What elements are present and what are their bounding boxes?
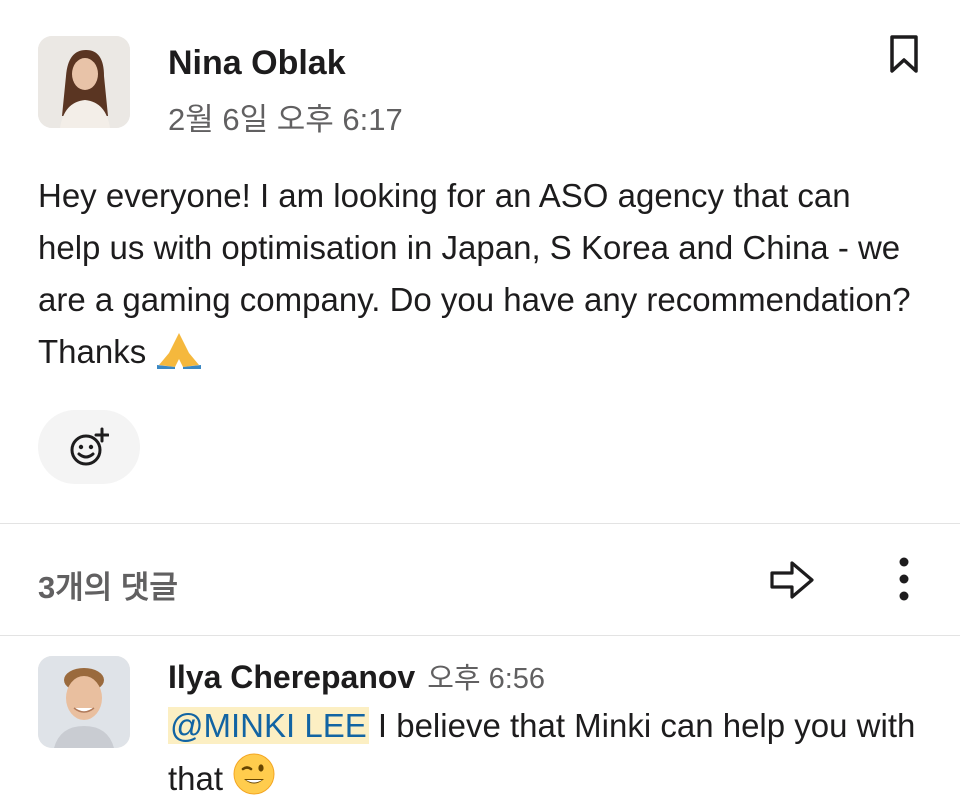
post-timestamp[interactable]: 2월 6일 오후 6:17 [168,94,403,139]
share-arrow-icon [770,561,814,599]
add-reaction-icon [70,427,109,466]
reply-timestamp[interactable]: 오후 6:56 [427,663,545,695]
thread-divider [0,635,960,636]
reply-header: Ilya Cherepanov 오후 6:56 [168,655,545,697]
winking-face-emoji [232,752,276,811]
section-divider [0,523,960,524]
reply-author-name[interactable]: Ilya Cherepanov [168,659,415,695]
add-reaction-button[interactable] [38,410,140,484]
more-vertical-icon [899,557,909,601]
reply-avatar-image [38,656,130,748]
reply-author-avatar[interactable] [38,656,130,748]
bookmark-icon [890,35,918,73]
more-actions-button[interactable] [890,554,918,604]
share-button[interactable] [766,558,818,602]
author-avatar-image [38,36,130,128]
author-avatar[interactable] [38,36,130,128]
replies-count[interactable]: 3개의 댓글 [38,562,178,607]
reply-body: @MINKI LEE I believe that Minki can help… [168,700,938,811]
bookmark-button[interactable] [886,34,922,79]
message-body: Hey everyone! I am looking for an ASO ag… [38,170,918,384]
folded-hands-emoji [155,331,203,384]
author-name[interactable]: Nina Oblak [168,44,346,83]
user-mention[interactable]: @MINKI LEE [168,707,369,744]
